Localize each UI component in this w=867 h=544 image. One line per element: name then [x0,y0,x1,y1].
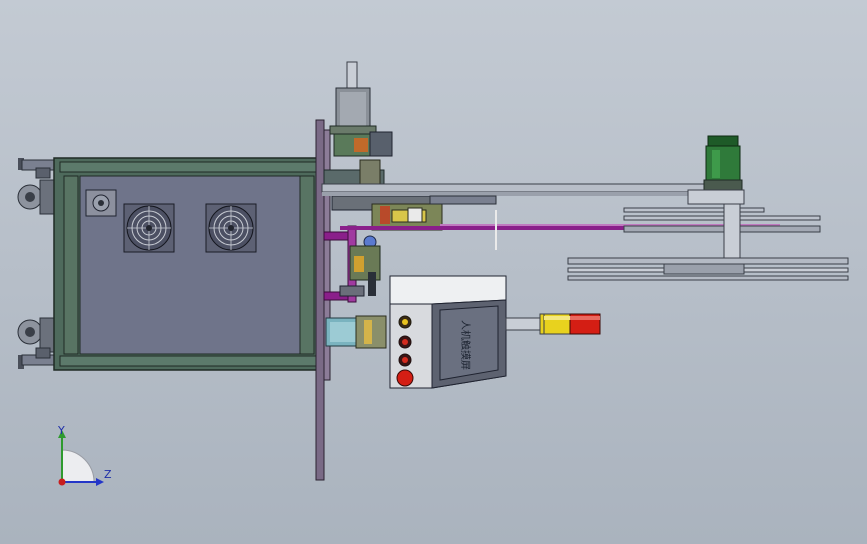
control-panel-label: 人机触摸屏 [459,320,472,370]
red-emergency-stop[interactable] [396,369,414,387]
cabinet-switch-box [85,189,117,217]
green-servo-motor[interactable] [687,135,745,205]
cooling-fan-left-icon [123,203,175,253]
caster-wheel-bottom [17,317,57,369]
axis-z-label: Z [104,468,112,481]
cooling-fan-right-icon [205,203,257,253]
conveyor-disc-stack [567,203,849,281]
cad-model-view[interactable]: 人机触摸屏 Y Z [0,0,867,544]
vertical-cylinder[interactable] [329,61,393,157]
axis-y-label: Y [57,424,65,437]
axis-triad-icon [58,430,104,486]
teal-shaft [325,315,387,349]
signal-tower[interactable] [505,313,601,335]
caster-wheel-top [17,158,57,215]
cad-viewport[interactable]: 人机触摸屏 Y Z [0,0,867,544]
